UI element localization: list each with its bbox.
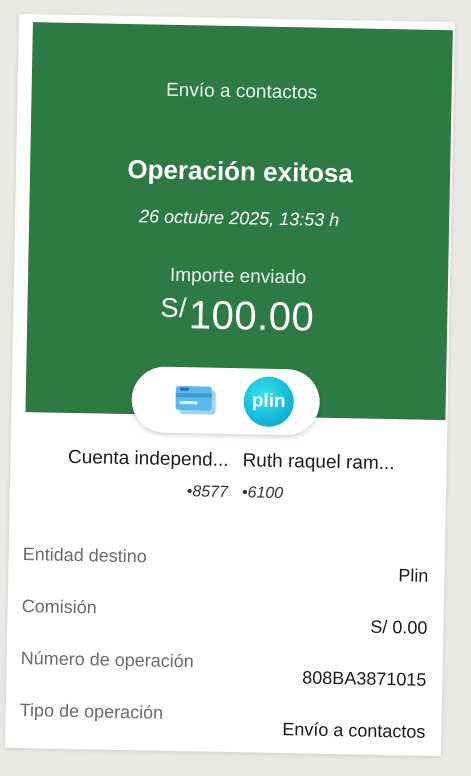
detail-value: Envío a contactos (282, 719, 426, 742)
origin-account-number: •8577 (186, 483, 229, 501)
detail-label: Comisión (21, 596, 97, 618)
detail-label: Entidad destino (22, 544, 147, 567)
detail-value: 808BA3871015 (302, 667, 427, 690)
amount-label: Importe enviado (169, 264, 307, 289)
operation-details: Entidad destino Plin Comisión S/ 0.00 Nú… (19, 544, 429, 756)
detail-label: Tipo de operación (19, 700, 164, 723)
detail-row-entity: Entidad destino Plin (22, 544, 429, 604)
plin-logo-icon: plin (243, 376, 295, 428)
amount-currency: S/ (160, 292, 188, 324)
recipient-phone-suffix: •6100 (241, 484, 284, 503)
detail-label: Número de operación (20, 648, 194, 672)
screen-title: Envío a contactos (165, 79, 318, 104)
receipt-card: Envío a contactos Operación exitosa 26 o… (4, 13, 456, 757)
amount-display: S/100.00 (27, 290, 448, 343)
bbva-card-icon (173, 383, 220, 418)
success-header: Envío a contactos Operación exitosa 26 o… (25, 22, 453, 421)
transfer-parties: Cuenta independ... Ruth raquel ram... •8… (10, 446, 447, 514)
operation-status: Operación exitosa (127, 153, 354, 189)
detail-value: Plin (398, 565, 429, 586)
amount-value: 100.00 (188, 293, 315, 340)
detail-row-commission: Comisión S/ 0.00 (21, 596, 428, 656)
detail-row-operation-number: Número de operación 808BA3871015 (20, 648, 427, 708)
detail-value: S/ 0.00 (370, 616, 428, 638)
recipient-name: Ruth raquel ram... (242, 450, 395, 475)
origin-account-name: Cuenta independ... (67, 446, 229, 471)
operation-datetime: 26 octubre 2025, 13:53 h (138, 206, 340, 231)
detail-row-operation-type: Tipo de operación Envío a contactos (19, 700, 426, 756)
transfer-apps-pill: plin (131, 366, 321, 436)
